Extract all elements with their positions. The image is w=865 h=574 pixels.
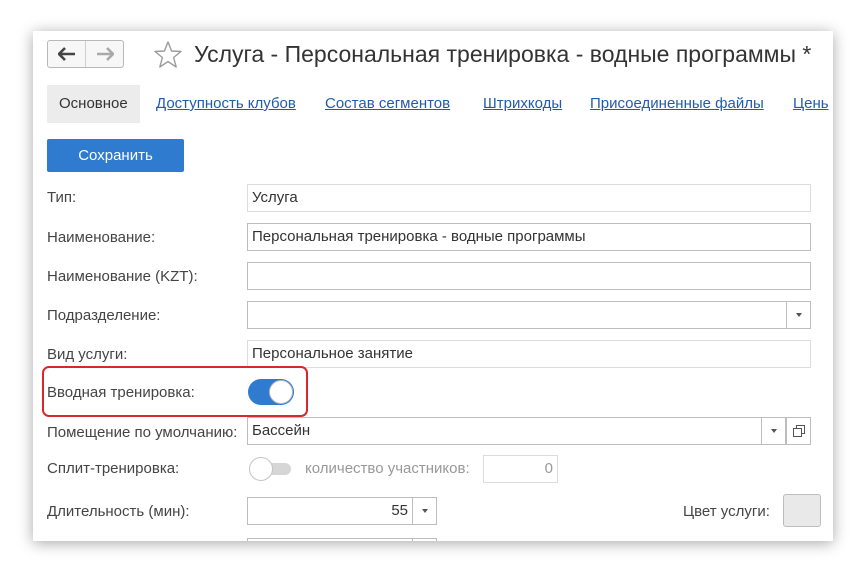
arrow-right-icon xyxy=(96,47,114,61)
type-field[interactable]: Услуга xyxy=(247,184,811,212)
participants-field[interactable]: 0 xyxy=(483,455,558,483)
default-room-label: Помещение по умолчанию: xyxy=(47,424,238,441)
division-dropdown-button[interactable] xyxy=(786,301,811,329)
service-form-window: Услуга - Персональная тренировка - водны… xyxy=(33,31,833,541)
forward-button[interactable] xyxy=(85,41,123,67)
duration-dropdown-button[interactable] xyxy=(412,497,437,525)
toggle-knob xyxy=(249,457,273,481)
service-kind-label: Вид услуги: xyxy=(47,346,128,363)
split-training-label: Сплит-тренировка: xyxy=(47,460,180,477)
back-button[interactable] xyxy=(48,41,85,67)
division-field[interactable] xyxy=(247,301,787,329)
intro-training-label: Вводная тренировка: xyxy=(47,384,195,401)
participants-label: количество участников: xyxy=(305,460,470,477)
default-room-field[interactable]: Бассейн xyxy=(247,417,762,445)
duration-field[interactable]: 55 xyxy=(247,497,413,525)
star-icon xyxy=(154,41,182,68)
tab-prices[interactable]: Цень xyxy=(793,85,829,123)
tab-main[interactable]: Основное xyxy=(47,85,140,123)
tab-barcodes[interactable]: Штрихкоды xyxy=(483,85,562,123)
intro-training-toggle[interactable] xyxy=(248,379,294,405)
default-room-open-button[interactable] xyxy=(786,417,811,445)
next-row-field[interactable] xyxy=(247,538,413,541)
service-color-picker[interactable] xyxy=(783,494,821,527)
name-kzt-field[interactable] xyxy=(247,262,811,290)
favorite-button[interactable] xyxy=(153,40,183,70)
arrow-left-icon xyxy=(57,47,75,61)
history-nav-group xyxy=(47,40,124,68)
save-button[interactable]: Сохранить xyxy=(47,139,184,172)
name-kzt-label: Наименование (KZT): xyxy=(47,268,198,285)
name-field[interactable]: Персональная тренировка - водные програм… xyxy=(247,223,811,251)
toggle-knob xyxy=(269,380,293,404)
duration-label: Длительность (мин): xyxy=(47,503,190,520)
split-training-toggle[interactable] xyxy=(249,457,291,481)
service-kind-field[interactable]: Персональное занятие xyxy=(247,340,811,368)
service-color-label: Цвет услуги: xyxy=(683,503,770,520)
open-in-window-icon xyxy=(792,425,805,437)
default-room-dropdown-button[interactable] xyxy=(761,417,786,445)
chevron-down-icon xyxy=(421,509,428,513)
division-label: Подразделение: xyxy=(47,307,161,324)
chevron-down-icon xyxy=(770,429,777,433)
name-label: Наименование: xyxy=(47,229,156,246)
tab-segment-composition[interactable]: Состав сегментов xyxy=(325,85,450,123)
tab-attached-files[interactable]: Присоединенные файлы xyxy=(590,85,764,123)
next-row-dropdown-button[interactable] xyxy=(412,538,437,541)
type-label: Тип: xyxy=(47,189,77,206)
page-title: Услуга - Персональная тренировка - водны… xyxy=(194,41,812,67)
tab-club-availability[interactable]: Доступность клубов xyxy=(156,85,296,123)
chevron-down-icon xyxy=(795,313,802,317)
